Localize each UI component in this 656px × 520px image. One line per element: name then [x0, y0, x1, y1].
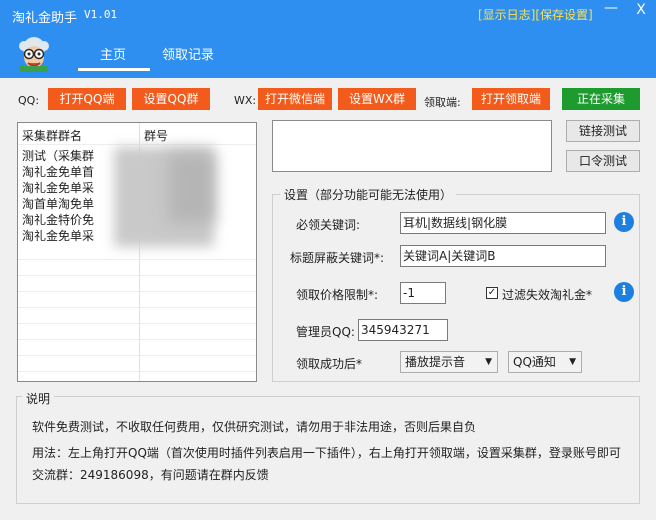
notes-legend: 说明	[22, 390, 55, 407]
collect-groups-table[interactable]: 采集群群名 群号 测试（采集群 淘礼金免单首 淘礼金免单采 淘首单淘免单 淘礼金…	[17, 122, 257, 382]
row-divider	[18, 275, 256, 276]
active-tab-indicator	[78, 68, 150, 71]
redaction-blur	[168, 153, 214, 223]
notes-line-usage: 用法：左上角打开QQ端（首次使用时插件列表启用一下插件），右上角打开领取端，设置…	[32, 446, 621, 460]
on-success-label: 领取成功后*	[296, 357, 363, 371]
admin-qq-input[interactable]: 345943271	[358, 319, 448, 341]
link-input-box[interactable]	[272, 120, 552, 172]
open-wechat-button[interactable]: 打开微信端	[258, 88, 332, 110]
open-qq-button[interactable]: 打开QQ端	[48, 88, 126, 110]
success-notify-select[interactable]: QQ通知 ▼	[508, 351, 582, 373]
column-header-group-id[interactable]: 群号	[144, 127, 168, 144]
success-sound-value: 播放提示音	[405, 355, 466, 369]
price-limit-label: 领取价格限制*:	[296, 288, 379, 302]
show-log-link[interactable]: [显示日志]	[478, 8, 535, 22]
required-keywords-input[interactable]: 耳机|数据线|钢化膜	[400, 212, 606, 234]
qq-label: QQ:	[18, 94, 40, 107]
set-qq-group-button[interactable]: 设置QQ群	[132, 88, 210, 110]
table-row[interactable]: 淘礼金免单首	[22, 163, 94, 180]
granny-avatar-icon	[19, 37, 49, 72]
notes-line-group: 交流群：249186098，有问题请在群内反馈	[32, 468, 269, 482]
row-divider	[18, 339, 256, 340]
wx-label: WX:	[234, 94, 257, 107]
row-divider	[18, 355, 256, 356]
title-bar: 淘礼金助手 V1.01 [显示日志][保存设置] — X 主页 领取记录	[0, 0, 656, 78]
receiver-label: 领取端:	[424, 96, 461, 109]
row-divider	[18, 307, 256, 308]
info-icon[interactable]: i	[614, 282, 634, 302]
settings-legend: 设置（部分功能可能无法使用）	[280, 186, 457, 203]
success-sound-select[interactable]: 播放提示音 ▼	[400, 351, 498, 373]
filter-invalid-checkbox[interactable]: ✓	[486, 287, 498, 299]
app-title: 淘礼金助手	[12, 11, 78, 26]
notes-line-disclaimer: 软件免费测试，不收取任何费用，仅供研究测试，请勿用于非法用途，否则后果自负	[32, 420, 477, 434]
app-version: V1.01	[84, 8, 118, 21]
minimize-button[interactable]: —	[600, 0, 622, 16]
chevron-down-icon: ▼	[569, 357, 576, 367]
row-divider	[18, 371, 256, 372]
header-divider	[18, 144, 256, 145]
admin-qq-label: 管理员QQ:	[296, 325, 355, 339]
close-button[interactable]: X	[630, 2, 652, 18]
top-links: [显示日志][保存设置]	[478, 6, 593, 23]
collecting-button[interactable]: 正在采集	[562, 88, 640, 110]
save-settings-link[interactable]: [保存设置]	[535, 8, 592, 22]
info-icon[interactable]: i	[614, 212, 634, 232]
row-divider	[18, 291, 256, 292]
table-row[interactable]: 淘礼金免单采	[22, 179, 94, 196]
tab-home[interactable]: 主页	[100, 44, 126, 63]
column-header-group-name[interactable]: 采集群群名	[22, 127, 82, 144]
table-row[interactable]: 淘礼金免单采	[22, 227, 94, 244]
set-wx-group-button[interactable]: 设置WX群	[338, 88, 416, 110]
row-divider	[18, 259, 256, 260]
title-block-keywords-input[interactable]: 关键词A|关键词B	[400, 245, 606, 267]
table-row[interactable]: 淘首单淘免单	[22, 195, 94, 212]
price-limit-input[interactable]: -1	[400, 282, 446, 304]
success-notify-value: QQ通知	[513, 355, 556, 369]
tab-records[interactable]: 领取记录	[162, 44, 214, 63]
password-test-button[interactable]: 口令测试	[566, 150, 640, 172]
table-row[interactable]: 淘礼金特价免	[22, 211, 94, 228]
filter-invalid-label: 过滤失效淘礼金*	[502, 288, 593, 302]
link-test-button[interactable]: 链接测试	[566, 120, 640, 142]
required-keywords-label: 必领关键词:	[296, 218, 361, 232]
row-divider	[18, 323, 256, 324]
open-receiver-button[interactable]: 打开领取端	[472, 88, 550, 110]
table-row[interactable]: 测试（采集群	[22, 147, 94, 164]
chevron-down-icon: ▼	[485, 357, 492, 367]
title-block-keywords-label: 标题屏蔽关键词*:	[290, 251, 385, 265]
